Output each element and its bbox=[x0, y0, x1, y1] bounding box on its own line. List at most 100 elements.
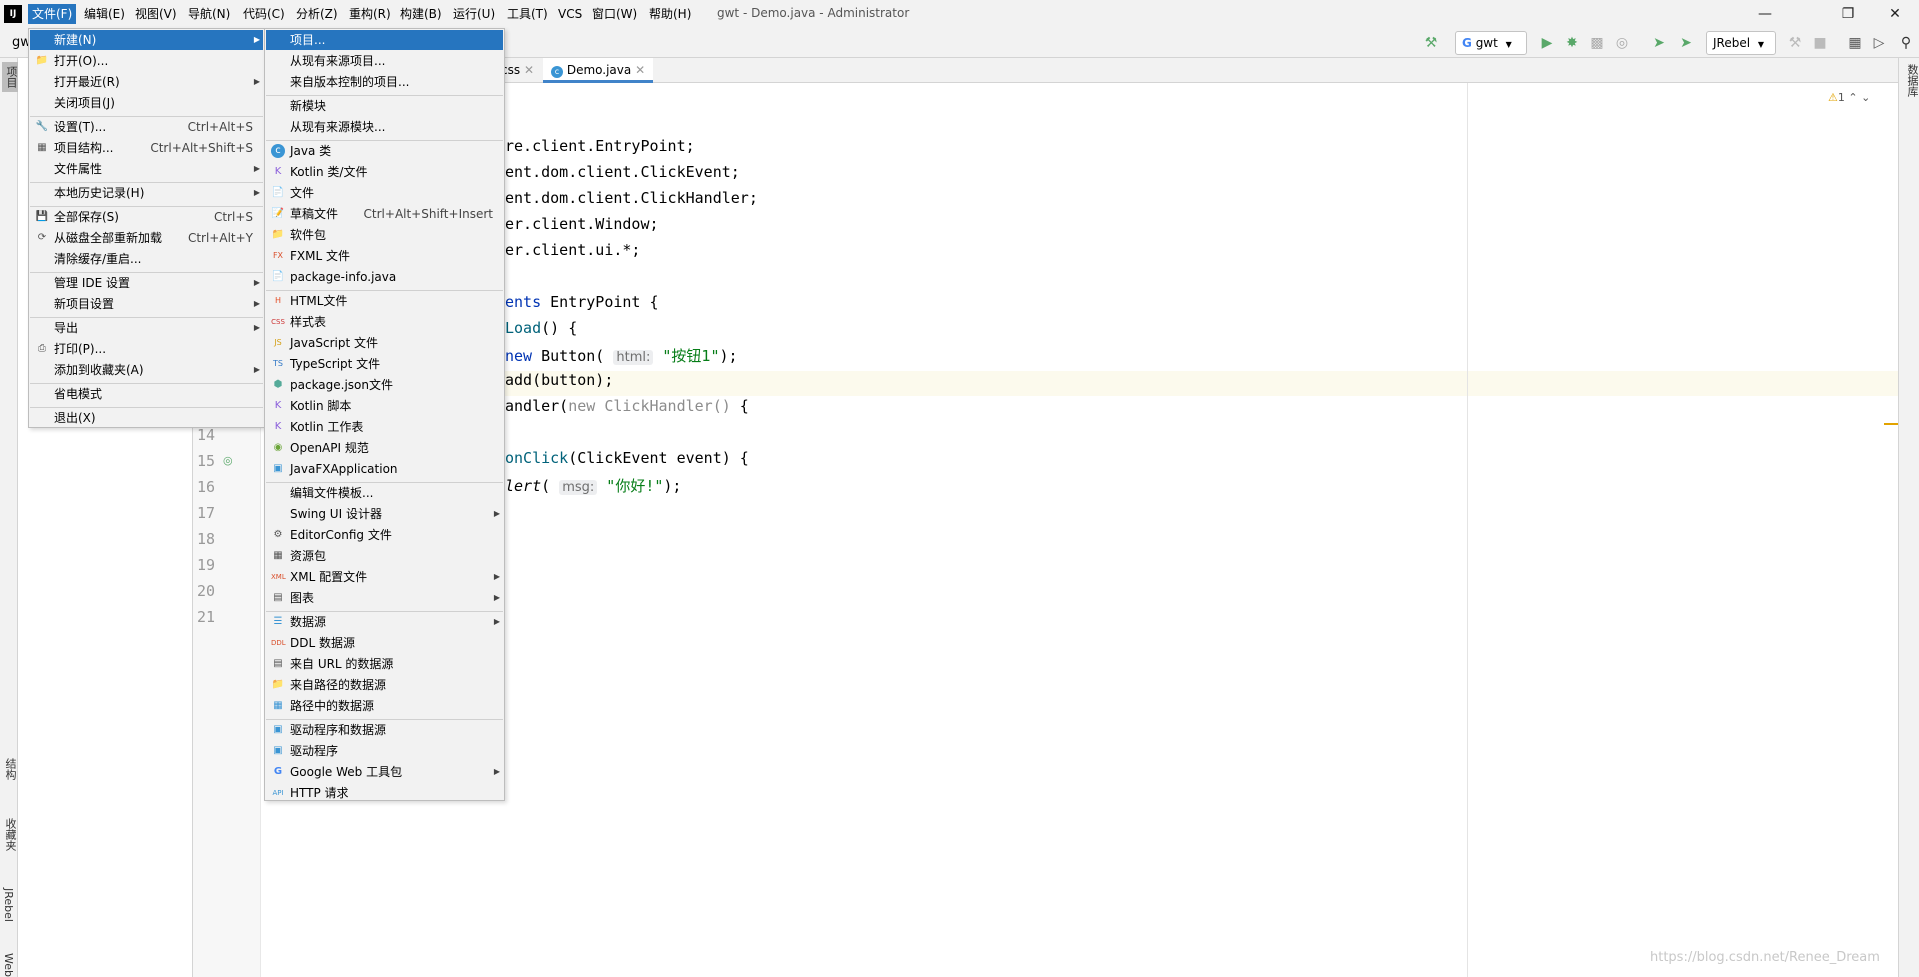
stop-icon[interactable]: ■ bbox=[1810, 33, 1830, 53]
run-icon[interactable]: ▶ bbox=[1537, 33, 1557, 53]
new-module-from-sources[interactable]: 从现有来源模块... bbox=[266, 117, 503, 137]
new-project-from-sources[interactable]: 从现有来源项目... bbox=[266, 51, 503, 71]
presentation-icon[interactable]: ▷ bbox=[1869, 33, 1889, 53]
run-config-select[interactable]: G gwt ▼ bbox=[1455, 31, 1527, 55]
menu-build[interactable]: 构建(B) bbox=[396, 4, 446, 24]
implementation-marker-icon[interactable]: ◎ bbox=[223, 454, 233, 467]
new-package-json[interactable]: ⬢ package.json文件 bbox=[266, 375, 503, 395]
menu-run[interactable]: 运行(U) bbox=[449, 4, 499, 24]
file-menu-add-favorites[interactable]: 添加到收藏夹(A) ▶ bbox=[30, 360, 263, 380]
menu-window[interactable]: 窗口(W) bbox=[588, 4, 641, 24]
new-data-source-in-path[interactable]: ▦ 路径中的数据源 bbox=[266, 696, 503, 716]
new-file[interactable]: 📄 文件 bbox=[266, 183, 503, 203]
line-number: 21 bbox=[196, 608, 215, 626]
menu-tools[interactable]: 工具(T) bbox=[503, 4, 552, 24]
new-swing-ui-designer[interactable]: Swing UI 设计器 ▶ bbox=[266, 504, 503, 524]
new-google-web-toolkit[interactable]: G Google Web 工具包 ▶ bbox=[266, 762, 503, 782]
file-menu-manage-ide-settings[interactable]: 管理 IDE 设置 ▶ bbox=[30, 273, 263, 293]
menu-navigate[interactable]: 导航(N) bbox=[184, 4, 234, 24]
file-menu-power-save[interactable]: 省电模式 bbox=[30, 384, 263, 404]
new-project-from-vcs[interactable]: 来自版本控制的项目... bbox=[266, 72, 503, 92]
menu-code[interactable]: 代码(C) bbox=[239, 4, 289, 24]
close-icon[interactable]: ✕ bbox=[635, 63, 645, 77]
new-data-source[interactable]: ☰ 数据源 ▶ bbox=[266, 612, 503, 632]
new-kotlin-script[interactable]: K Kotlin 脚本 bbox=[266, 396, 503, 416]
menu-file[interactable]: 文件(F) bbox=[28, 4, 77, 24]
new-typescript-file[interactable]: TS TypeScript 文件 bbox=[266, 354, 503, 374]
code-editor[interactable]: ⚠1 ⌃ ⌄ re.client.EntryPoint; ent.dom.cli… bbox=[261, 83, 1898, 977]
close-icon[interactable]: ✕ bbox=[524, 63, 534, 77]
menu-view[interactable]: 视图(V) bbox=[131, 4, 181, 24]
file-menu-settings[interactable]: 🔧 设置(T)... Ctrl+Alt+S bbox=[30, 117, 263, 137]
file-menu-local-history[interactable]: 本地历史记录(H) ▶ bbox=[30, 183, 263, 203]
file-menu-invalidate-caches[interactable]: 清除缓存/重启... bbox=[30, 249, 263, 269]
structure-tool-tab[interactable]: 结构 bbox=[2, 758, 18, 780]
debug-icon[interactable]: ✸ bbox=[1562, 33, 1582, 53]
file-menu-new[interactable]: 新建(N) ▶ bbox=[30, 30, 263, 50]
new-html-file[interactable]: H HTML文件 bbox=[266, 291, 503, 311]
new-javascript-file[interactable]: JS JavaScript 文件 bbox=[266, 333, 503, 353]
new-module[interactable]: 新模块 bbox=[266, 96, 503, 116]
new-driver-and-data-source[interactable]: ▣ 驱动程序和数据源 bbox=[266, 720, 503, 740]
file-menu-exit[interactable]: 退出(X) bbox=[30, 408, 263, 428]
tab-demo-java[interactable]: c Demo.java ✕ bbox=[543, 58, 654, 83]
new-data-source-url[interactable]: ▤ 来自 URL 的数据源 bbox=[266, 654, 503, 674]
new-editorconfig[interactable]: ⚙ EditorConfig 文件 bbox=[266, 525, 503, 545]
new-edit-templates[interactable]: 编辑文件模板... bbox=[266, 483, 503, 503]
file-menu-close-project[interactable]: 关闭项目(J) bbox=[30, 93, 263, 113]
menu-refactor[interactable]: 重构(R) bbox=[345, 4, 395, 24]
new-openapi-spec[interactable]: ◉ OpenAPI 规范 bbox=[266, 438, 503, 458]
new-project[interactable]: 项目... bbox=[266, 30, 503, 50]
new-kotlin-class[interactable]: K Kotlin 类/文件 bbox=[266, 162, 503, 182]
new-java-class[interactable]: c Java 类 bbox=[266, 141, 503, 161]
file-menu-reload-all[interactable]: ⟳ 从磁盘全部重新加载 Ctrl+Alt+Y bbox=[30, 228, 263, 248]
chevron-down-icon[interactable]: ⌄ bbox=[1861, 91, 1870, 104]
file-menu-recent[interactable]: 打开最近(R) ▶ bbox=[30, 72, 263, 92]
coverage-icon[interactable]: ▩ bbox=[1587, 33, 1607, 53]
menu-vcs[interactable]: VCS bbox=[554, 4, 586, 24]
chevron-up-icon[interactable]: ⌃ bbox=[1848, 91, 1857, 104]
new-package-info[interactable]: 📄 package-info.java bbox=[266, 267, 503, 287]
jrebel-debug-icon[interactable]: ➤ bbox=[1676, 33, 1696, 53]
new-resource-bundle[interactable]: ▦ 资源包 bbox=[266, 546, 503, 566]
new-scratch-file[interactable]: 📝 草稿文件 Ctrl+Alt+Shift+Insert bbox=[266, 204, 503, 224]
new-javafx-application[interactable]: ▣ JavaFXApplication bbox=[266, 459, 503, 479]
new-xml-config[interactable]: XML XML 配置文件 ▶ bbox=[266, 567, 503, 587]
inspection-widget[interactable]: ⚠1 ⌃ ⌄ bbox=[1828, 91, 1870, 104]
new-ddl-data-source[interactable]: DDL DDL 数据源 bbox=[266, 633, 503, 653]
new-http-request[interactable]: API HTTP 请求 bbox=[266, 783, 503, 803]
build-hammer-icon[interactable]: ⚒ bbox=[1421, 33, 1441, 53]
web-tool-tab[interactable]: Web bbox=[2, 953, 15, 977]
new-kotlin-worksheet[interactable]: K Kotlin 工作表 bbox=[266, 417, 503, 437]
file-menu-print[interactable]: ⎙ 打印(P)... bbox=[30, 339, 263, 359]
new-stylesheet[interactable]: CSS 样式表 bbox=[266, 312, 503, 332]
file-menu-project-structure[interactable]: ▦ 项目结构... Ctrl+Alt+Shift+S bbox=[30, 138, 263, 158]
menu-edit[interactable]: 编辑(E) bbox=[80, 4, 129, 24]
database-tool-tab[interactable]: 数据库 bbox=[1904, 64, 1919, 97]
search-icon[interactable]: ⚲ bbox=[1896, 33, 1916, 53]
jrebel-select[interactable]: JRebel ▼ bbox=[1706, 31, 1776, 55]
jrebel-run-icon[interactable]: ➤ bbox=[1649, 33, 1669, 53]
warning-stripe[interactable] bbox=[1884, 423, 1898, 425]
hammer-disabled-icon[interactable]: ⚒ bbox=[1785, 33, 1805, 53]
menu-item-label: TypeScript 文件 bbox=[290, 357, 381, 371]
new-diagram[interactable]: ▤ 图表 ▶ bbox=[266, 588, 503, 608]
file-menu-new-project-settings[interactable]: 新项目设置 ▶ bbox=[30, 294, 263, 314]
profile-icon[interactable]: ◎ bbox=[1612, 33, 1632, 53]
file-menu-open[interactable]: 📁 打开(O)... bbox=[30, 51, 263, 71]
jrebel-tool-tab[interactable]: JRebel bbox=[2, 888, 15, 922]
file-menu-save-all[interactable]: 💾 全部保存(S) Ctrl+S bbox=[30, 207, 263, 227]
menu-analyze[interactable]: 分析(Z) bbox=[292, 4, 342, 24]
close-icon[interactable]: ✕ bbox=[1880, 4, 1910, 24]
restore-icon[interactable]: ❐ bbox=[1833, 4, 1863, 24]
new-driver[interactable]: ▣ 驱动程序 bbox=[266, 741, 503, 761]
favorites-tool-tab[interactable]: 收藏夹 bbox=[2, 818, 18, 851]
new-package[interactable]: 📁 软件包 bbox=[266, 225, 503, 245]
new-fxml-file[interactable]: FX FXML 文件 bbox=[266, 246, 503, 266]
menu-help[interactable]: 帮助(H) bbox=[645, 4, 695, 24]
minimize-icon[interactable]: — bbox=[1750, 4, 1780, 24]
project-structure-icon[interactable]: ▦ bbox=[1845, 33, 1865, 53]
file-menu-file-properties[interactable]: 文件属性 ▶ bbox=[30, 159, 263, 179]
new-data-source-path[interactable]: 📁 来自路径的数据源 bbox=[266, 675, 503, 695]
file-menu-export[interactable]: 导出 ▶ bbox=[30, 318, 263, 338]
